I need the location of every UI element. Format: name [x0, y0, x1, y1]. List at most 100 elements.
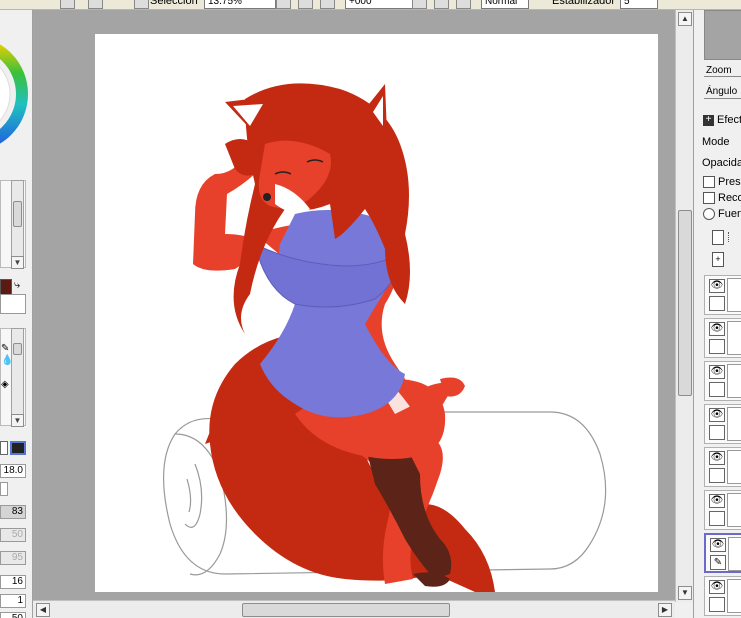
stabilizer-select[interactable]: 5 — [620, 0, 658, 9]
layer-thumbnail — [727, 321, 741, 355]
mode-label: Mode — [702, 136, 730, 148]
preserve-opacity-label: Preservar opacidad — [718, 176, 741, 188]
zoom-slider[interactable] — [704, 76, 741, 77]
layer-edit-icon[interactable]: ✎ — [710, 555, 726, 570]
selection-label: Selección — [150, 0, 198, 7]
clip-group-checkbox[interactable] — [703, 192, 715, 204]
toolbar-button[interactable] — [60, 0, 75, 9]
stabilizer-label: Estabilizador — [552, 0, 615, 7]
selection-source-radio[interactable] — [703, 208, 715, 220]
layer-visibility-icon[interactable]: 👁 — [709, 365, 725, 379]
vertical-scroll-thumb[interactable] — [678, 210, 692, 396]
top-toolbar: Selección 13.75% +000 Normal Estabilizad… — [0, 0, 741, 10]
toolbar-button[interactable] — [88, 0, 103, 9]
canvas-vertical-scrollbar[interactable]: ▲ ▼ — [675, 10, 693, 602]
layer-folder-icon[interactable] — [728, 232, 731, 242]
angle-label: Ángulo — [706, 86, 738, 97]
effects-label: Efectos — [717, 114, 741, 126]
zoom-in-button[interactable] — [276, 0, 291, 9]
value-field-5[interactable]: 1 — [0, 594, 26, 608]
color-wheel[interactable] — [0, 12, 33, 162]
opacity-label: Opacidad — [702, 157, 741, 169]
layer-edit-icon[interactable] — [709, 597, 725, 612]
scroll-thumb[interactable] — [13, 343, 22, 355]
layer-edit-icon[interactable] — [709, 468, 725, 483]
new-layer-icon[interactable] — [712, 230, 724, 245]
layer-visibility-icon[interactable]: 👁 — [709, 451, 725, 465]
value-field-2[interactable]: 50 — [0, 528, 26, 542]
layer-visibility-icon[interactable]: 👁 — [709, 279, 725, 293]
rotate-left-button[interactable] — [412, 0, 427, 9]
layer-edit-icon[interactable] — [709, 296, 725, 311]
angle-combo[interactable]: +000 — [345, 0, 413, 9]
pen-tool-icon[interactable]: ✎ — [1, 343, 9, 354]
layer-row[interactable]: 👁 — [704, 404, 741, 444]
layer-row[interactable]: 👁 — [704, 447, 741, 487]
selection-source-label: Fuente de selección — [718, 208, 741, 220]
brush-shape-button[interactable] — [0, 441, 8, 455]
clip-group-label: Recortar grupo — [718, 192, 741, 204]
selection-checkbox[interactable] — [134, 0, 149, 9]
brush-size-field[interactable]: 18.0 — [0, 464, 26, 478]
layer-edit-icon[interactable] — [709, 425, 725, 440]
layer-thumbnail — [727, 278, 741, 312]
flip-button[interactable] — [456, 0, 471, 9]
layer-edit-icon[interactable] — [709, 511, 725, 526]
tool-panel-left: ▼ ⤷ ✎ 💧 ◈ ▼ 18.0 83 50 95 16 1 50 — [0, 10, 33, 618]
scroll-right-icon[interactable]: ▶ — [658, 603, 672, 617]
scroll-thumb[interactable] — [13, 201, 22, 227]
layer-thumbnail — [727, 364, 741, 398]
zoom-reset-button[interactable] — [320, 0, 335, 9]
scroll-left-icon[interactable]: ◀ — [36, 603, 50, 617]
layer-visibility-icon[interactable]: 👁 — [709, 494, 725, 508]
preserve-opacity-checkbox[interactable] — [703, 176, 715, 188]
drawing-canvas[interactable] — [95, 34, 658, 592]
brush-shape-selected-button[interactable] — [10, 441, 26, 455]
layer-visibility-icon[interactable]: 👁 — [709, 580, 725, 594]
scroll-up-icon[interactable]: ▲ — [678, 12, 692, 26]
layer-thumbnail — [727, 579, 741, 613]
layer-visibility-icon[interactable]: 👁 — [709, 408, 725, 422]
value-field-6[interactable]: 50 — [0, 612, 26, 618]
scroll-down-icon[interactable]: ▼ — [11, 414, 24, 427]
canvas-viewport[interactable] — [33, 10, 675, 600]
layer-panel-right: Zoom Ángulo + Efectos Mode Opacidad Pres… — [693, 10, 741, 618]
layer-visibility-icon[interactable]: 👁 — [710, 538, 726, 552]
secondary-color-swatch[interactable] — [0, 294, 26, 314]
zoom-label: Zoom — [706, 65, 732, 76]
layer-thumbnail — [728, 537, 741, 571]
new-linework-layer-icon[interactable]: + — [712, 252, 724, 267]
scroll-down-icon[interactable]: ▼ — [678, 586, 692, 600]
brush-list-scrollbar[interactable] — [11, 180, 24, 268]
value-field-4[interactable]: 16 — [0, 575, 26, 589]
layer-thumbnail — [727, 450, 741, 484]
size-dropdown[interactable] — [0, 482, 8, 496]
blend-mode-select[interactable]: Normal — [481, 0, 529, 9]
fox-artwork — [163, 83, 607, 592]
zoom-out-button[interactable] — [298, 0, 313, 9]
layer-edit-icon[interactable] — [709, 382, 725, 397]
navigator-preview[interactable] — [704, 10, 741, 60]
zoom-combo[interactable]: 13.75% — [204, 0, 276, 9]
scroll-down-icon[interactable]: ▼ — [11, 256, 24, 269]
tool-list-scrollbar[interactable] — [11, 328, 24, 426]
density-field[interactable]: 83 — [0, 505, 26, 519]
swap-colors-icon[interactable]: ⤷ — [14, 279, 20, 292]
canvas-horizontal-scrollbar[interactable]: ◀ ▶ — [33, 600, 675, 618]
angle-slider[interactable] — [704, 98, 741, 99]
layer-row[interactable]: 👁 — [704, 576, 741, 616]
layer-row[interactable]: 👁 — [704, 361, 741, 401]
layer-thumbnail — [727, 407, 741, 441]
layer-row[interactable]: 👁 — [704, 318, 741, 358]
effects-expand-icon[interactable]: + — [703, 115, 714, 126]
horizontal-scroll-thumb[interactable] — [242, 603, 450, 617]
layer-thumbnail — [727, 493, 741, 527]
layer-edit-icon[interactable] — [709, 339, 725, 354]
layer-row[interactable]: 👁 — [704, 490, 741, 530]
eraser-tool-icon[interactable]: ◈ — [1, 379, 9, 390]
layer-row[interactable]: 👁 — [704, 275, 741, 315]
rotate-right-button[interactable] — [434, 0, 449, 9]
value-field-3[interactable]: 95 — [0, 551, 26, 565]
layer-row[interactable]: 👁 ✎ — [704, 533, 741, 573]
layer-visibility-icon[interactable]: 👁 — [709, 322, 725, 336]
